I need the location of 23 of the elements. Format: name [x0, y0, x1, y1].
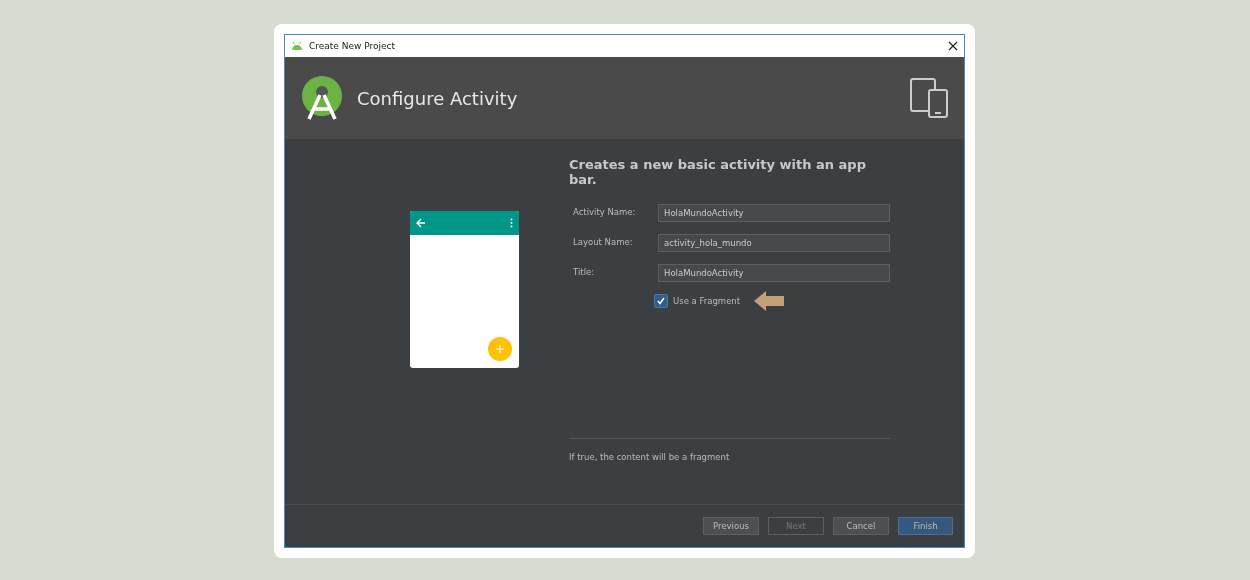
- checkbox-box[interactable]: [654, 294, 668, 308]
- fragment-checkbox[interactable]: Use a Fragment: [654, 294, 741, 308]
- input-field[interactable]: HolaMundoActivity: [658, 204, 890, 222]
- dialog-button[interactable]: Previous: [703, 517, 759, 535]
- header-title: Configure Activity: [357, 87, 519, 109]
- android-studio-logo-icon: [301, 75, 343, 121]
- description: Creates a new basic activity with an app bar.: [569, 157, 867, 187]
- close-button[interactable]: [948, 41, 958, 51]
- more-icon: [510, 218, 513, 228]
- devices-icon: [910, 78, 948, 118]
- field-label: Title:: [572, 266, 596, 277]
- fab-plus-icon: [488, 337, 512, 361]
- field-label: Layout Name:: [572, 236, 634, 247]
- input-field[interactable]: HolaMundoActivity: [658, 264, 890, 282]
- field-label: Activity Name:: [572, 206, 637, 217]
- window-title: Create New Project: [309, 41, 397, 51]
- back-arrow-icon: [416, 218, 426, 228]
- dialog-button[interactable]: Cancel: [833, 517, 889, 535]
- input-field[interactable]: activity_hola_mundo: [658, 234, 890, 252]
- hint-text: If true, the content will be a fragment: [569, 452, 730, 462]
- pointer-arrow-icon: [754, 291, 785, 311]
- finish-button[interactable]: Finish: [898, 517, 953, 535]
- android-icon: [291, 42, 303, 50]
